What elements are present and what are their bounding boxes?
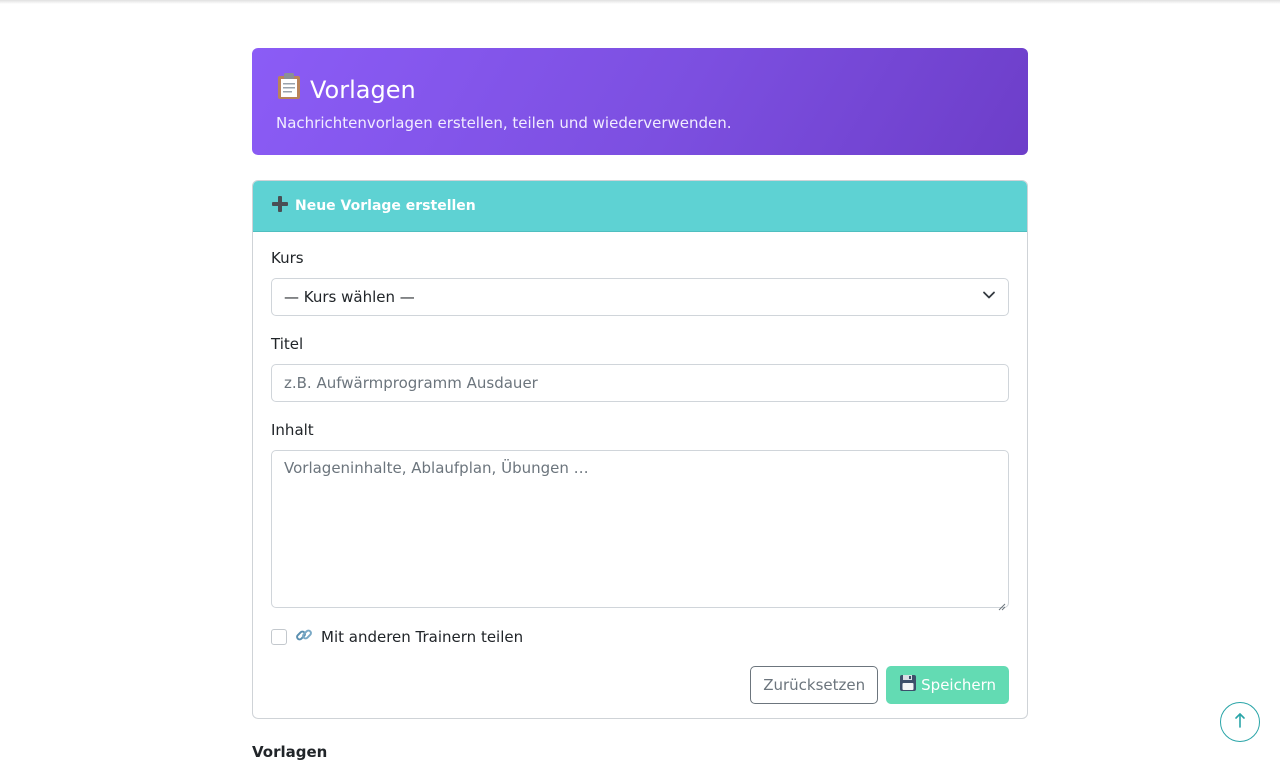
title-label: Titel: [271, 335, 304, 353]
course-label: Kurs: [271, 249, 304, 267]
content-textarea-placeholder: Vorlageninhalte, Ablaufplan, Übungen …: [284, 459, 589, 477]
content-label: Inhalt: [271, 421, 314, 439]
title-input[interactable]: z.B. Aufwärmprogramm Ausdauer: [271, 364, 1009, 402]
course-select[interactable]: — Kurs wählen —: [271, 278, 1009, 316]
share-label: Mit anderen Trainern teilen: [321, 628, 524, 646]
page-title-row: Vorlagen: [276, 72, 1004, 107]
arrow-up-icon: [1233, 712, 1247, 732]
main-container: Vorlagen Nachrichtenvorlagen erstellen, …: [252, 48, 1028, 761]
title-input-placeholder: z.B. Aufwärmprogramm Ausdauer: [284, 374, 538, 392]
page-header: Vorlagen Nachrichtenvorlagen erstellen, …: [252, 48, 1028, 155]
page-subtitle: Nachrichtenvorlagen erstellen, teilen un…: [276, 114, 732, 132]
resize-handle-icon[interactable]: [998, 597, 1006, 611]
save-button-label: Speichern: [921, 676, 996, 694]
share-option: Mit anderen Trainern teilen: [271, 626, 1009, 648]
reset-button[interactable]: Zurücksetzen: [750, 666, 879, 704]
top-bar-shadow: [0, 0, 1280, 4]
plus-icon: [271, 195, 289, 217]
chevron-down-icon: [982, 288, 996, 306]
templates-section-title: Vorlagen: [252, 743, 328, 761]
save-button[interactable]: Speichern: [886, 666, 1009, 704]
clipboard-icon: [276, 72, 302, 107]
scroll-to-top-button[interactable]: [1220, 702, 1260, 742]
link-icon: [295, 626, 313, 648]
page-title: Vorlagen: [310, 75, 416, 104]
content-textarea[interactable]: Vorlageninhalte, Ablaufplan, Übungen …: [271, 450, 1009, 611]
new-template-title: Neue Vorlage erstellen: [295, 198, 476, 214]
course-select-value: — Kurs wählen —: [284, 288, 415, 306]
new-template-card: Neue Vorlage erstellen Kurs — Kurs wähle…: [252, 180, 1028, 719]
reset-button-label: Zurücksetzen: [763, 676, 866, 694]
floppy-disk-icon: [899, 674, 917, 696]
new-template-header: Neue Vorlage erstellen: [253, 181, 1027, 232]
new-template-form: Kurs — Kurs wählen — Titel z.B. Aufwärmp…: [253, 232, 1027, 718]
share-checkbox[interactable]: [271, 629, 287, 645]
form-actions: Zurücksetzen Speichern: [271, 666, 1009, 704]
